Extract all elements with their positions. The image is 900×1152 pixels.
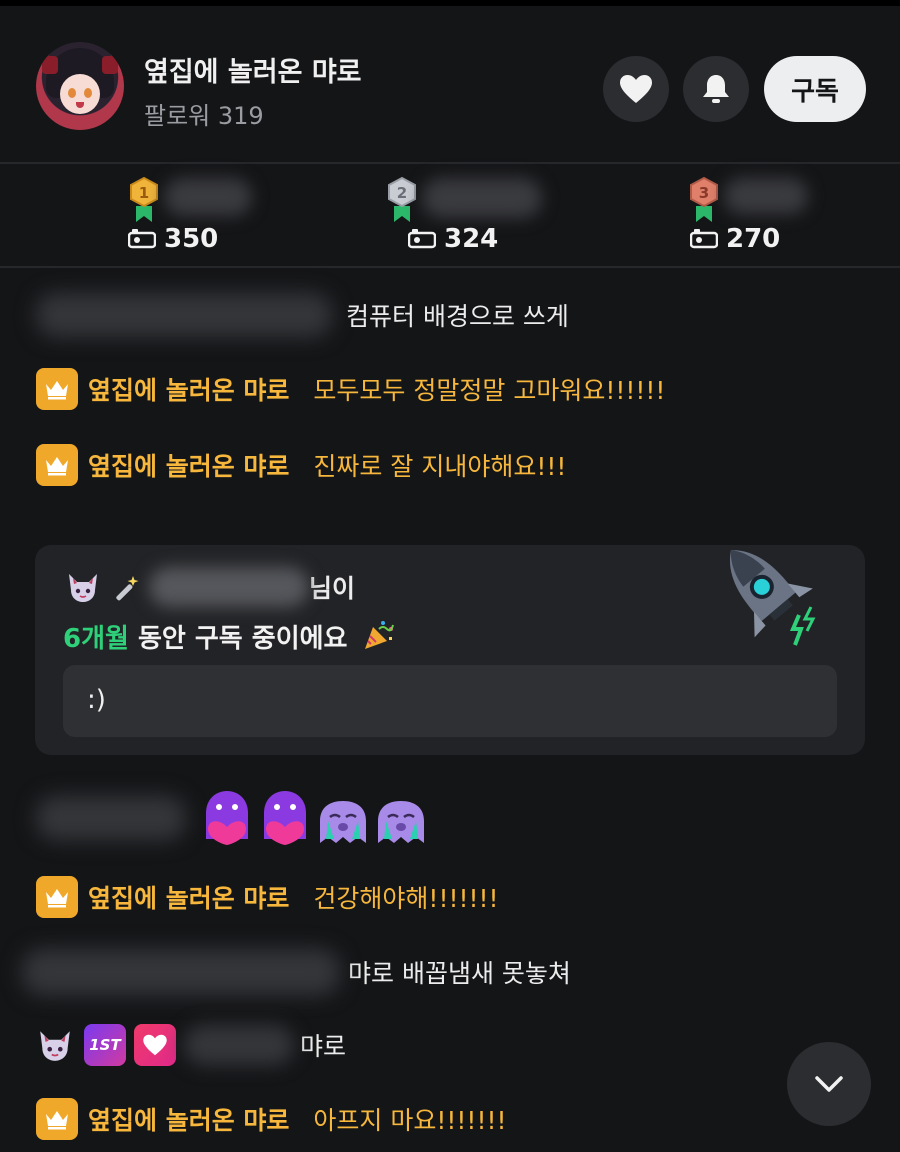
rocket-icon — [730, 550, 816, 646]
notification-button[interactable] — [683, 56, 749, 122]
user-name-blurred[interactable] — [36, 293, 332, 337]
message-text: 먀로 — [300, 1032, 347, 1061]
message-text: 모두모두 정말정말 고마워요!!!!!! — [313, 376, 666, 405]
crown-icon — [46, 1111, 68, 1130]
party-popper-icon — [364, 621, 394, 649]
message-text: 건강해야해!!!!!!! — [313, 884, 499, 913]
crying-ghost-emote-icon — [320, 801, 366, 843]
streamer-badge — [36, 444, 78, 486]
crown-icon — [46, 889, 68, 908]
chat-message: 먀로 배꼽냄새 못놓쳐 — [22, 944, 571, 1000]
message-text: 아프지 마요!!!!!!! — [313, 1106, 507, 1135]
purple-ghost-heart-emote-icon — [264, 791, 306, 845]
first-subscriber-badge: 1ST — [84, 1024, 126, 1066]
streamer-badge — [36, 368, 78, 410]
rank-score: 324 — [408, 224, 498, 254]
subscription-months: 6개월 — [63, 624, 129, 654]
streamer-name[interactable]: 옆집에 놀러온 먀로 — [88, 447, 289, 483]
rank-score: 270 — [690, 224, 780, 254]
message-text: 컴퓨터 배경으로 쓰게 — [346, 302, 569, 331]
crying-ghost-emote-icon — [378, 801, 424, 843]
channel-name[interactable]: 옆집에 놀러온 먀로 — [144, 50, 362, 89]
crown-icon — [46, 457, 68, 476]
heart-icon — [143, 1034, 167, 1056]
svg-text:1: 1 — [139, 184, 149, 202]
scroll-to-bottom-button[interactable] — [787, 1042, 871, 1126]
heart-badge — [134, 1024, 176, 1066]
ticket-icon — [128, 229, 156, 249]
user-name-blurred[interactable] — [22, 949, 340, 995]
rank-user-name-blurred — [724, 178, 808, 214]
follower-count: 팔로워 319 — [144, 102, 264, 130]
ranking-divider — [0, 266, 900, 268]
gold-medal-icon: 1 — [130, 176, 158, 222]
header-divider — [0, 162, 900, 164]
message-text: 먀로 배꼽냄새 못놓쳐 — [348, 959, 571, 988]
subscriber-name-suffix: 님이 — [309, 574, 356, 603]
subscription-text: 동안 구독 중이에요 — [128, 624, 348, 654]
rank-user-name-blurred — [164, 178, 252, 216]
ticket-icon — [408, 229, 436, 249]
chat-list[interactable]: 컴퓨터 배경으로 쓰게 옆집에 놀러온 먀로 모두모두 정말정말 고마워요!!!… — [0, 270, 900, 1152]
purple-ghost-heart-emote-icon — [206, 791, 248, 845]
channel-header: 옆집에 놀러온 먀로 팔로워 319 구독 — [0, 6, 900, 162]
subscription-duration: 6개월 동안 구독 중이에요 — [63, 617, 397, 655]
subscription-card: 님이 6개월 동안 구독 중이에요 :) — [35, 545, 865, 755]
chat-message: 옆집에 놀러온 먀로 건강해야해!!!!!!! — [36, 876, 499, 918]
rank-item-2[interactable]: 2 324 — [386, 176, 606, 260]
svg-text:3: 3 — [699, 184, 709, 202]
magic-wand-icon — [116, 576, 139, 601]
streamer-badge — [36, 1098, 78, 1140]
silver-medal-icon: 2 — [388, 176, 416, 222]
rank-item-3[interactable]: 3 270 — [688, 176, 900, 260]
svg-text:2: 2 — [397, 184, 407, 202]
subscriber-name-blurred[interactable] — [149, 567, 309, 607]
bronze-medal-icon: 3 — [690, 176, 718, 222]
favorite-button[interactable] — [603, 56, 669, 122]
chevron-down-icon — [815, 1076, 843, 1092]
streamer-name[interactable]: 옆집에 놀러온 먀로 — [88, 1101, 289, 1137]
message-text: 진짜로 잘 지내야해요!!! — [313, 452, 567, 481]
rank-item-1[interactable]: 1 350 — [128, 176, 348, 260]
user-name-blurred[interactable] — [36, 796, 186, 840]
rank-user-name-blurred — [422, 178, 542, 218]
user-name-blurred[interactable] — [184, 1025, 294, 1065]
streamer-badge — [36, 876, 78, 918]
bell-icon — [703, 75, 729, 103]
chat-message — [36, 786, 432, 850]
chat-message: 옆집에 놀러온 먀로 진짜로 잘 지내야해요!!! — [36, 444, 566, 486]
subscription-message: :) — [63, 665, 837, 737]
subscribe-button[interactable]: 구독 — [764, 56, 866, 122]
channel-avatar[interactable] — [36, 42, 124, 130]
chat-message: 컴퓨터 배경으로 쓰게 — [36, 290, 569, 340]
rank-score: 350 — [128, 224, 218, 254]
subscription-header: 님이 — [65, 567, 355, 607]
streamer-name[interactable]: 옆집에 놀러온 먀로 — [88, 371, 289, 407]
chat-message: 옆집에 놀러온 먀로 모두모두 정말정말 고마워요!!!!!! — [36, 368, 665, 410]
streamer-name[interactable]: 옆집에 놀러온 먀로 — [88, 879, 289, 915]
cat-mascot-badge-icon — [40, 1031, 70, 1061]
chat-message: 옆집에 놀러온 먀로 아프지 마요!!!!!!! — [36, 1098, 507, 1140]
chat-message: 1ST 먀로 — [36, 1024, 346, 1066]
heart-icon — [620, 75, 652, 103]
crown-icon — [46, 381, 68, 400]
cat-mascot-icon — [69, 574, 97, 602]
ticket-icon — [690, 229, 718, 249]
